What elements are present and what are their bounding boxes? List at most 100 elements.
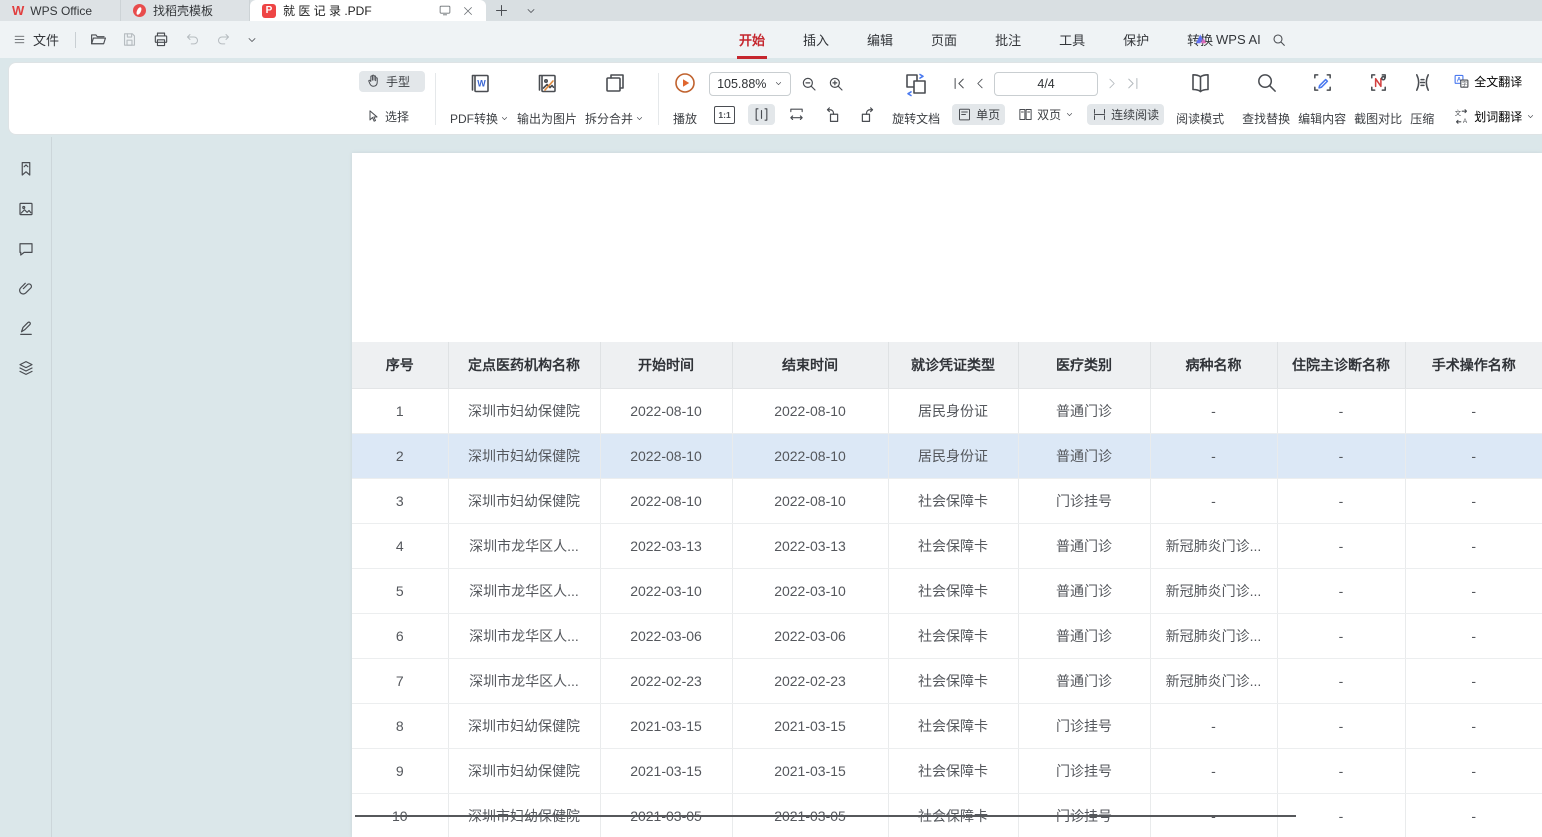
tab-list-chevron-icon[interactable] — [517, 0, 545, 21]
menu-tab-工具[interactable]: 工具 — [1057, 27, 1087, 52]
compress-button[interactable]: 压缩 — [1406, 71, 1438, 127]
find-replace-button[interactable]: 查找替换 — [1238, 71, 1294, 127]
zoom-in-button[interactable] — [827, 75, 845, 93]
column-header: 医疗类别 — [1018, 342, 1150, 389]
open-file-button[interactable] — [82, 31, 114, 48]
column-header: 结束时间 — [732, 342, 888, 389]
table-cell: 1 — [352, 389, 448, 434]
rotate-left-button[interactable] — [818, 104, 846, 126]
chevron-down-icon — [1526, 112, 1535, 121]
screenshot-compare-label: 截图对比 — [1354, 110, 1402, 127]
svg-text:W: W — [477, 78, 486, 88]
table-cell: 普通门诊 — [1018, 524, 1150, 569]
comment-panel-button[interactable] — [13, 236, 39, 262]
table-cell: - — [1277, 659, 1405, 704]
thumbnail-panel-button[interactable] — [13, 196, 39, 222]
layers-panel-button[interactable] — [13, 355, 39, 381]
table-cell: 社会保障卡 — [888, 479, 1018, 524]
wps-ai-button[interactable]: WPS AI — [1193, 32, 1261, 47]
double-page-button[interactable]: 双页 — [1013, 104, 1079, 125]
table-cell: 2022-03-13 — [732, 524, 888, 569]
full-text-translate-button[interactable]: A 字 全文翻译 — [1448, 71, 1540, 92]
table-cell: - — [1277, 569, 1405, 614]
select-tool-button[interactable]: 选择 — [359, 106, 425, 127]
menu-tab-插入[interactable]: 插入 — [801, 27, 831, 52]
table-cell: 2021-03-15 — [732, 704, 888, 749]
previous-page-button[interactable] — [974, 77, 987, 90]
menu-tab-开始[interactable]: 开始 — [737, 27, 767, 52]
table-cell: - — [1405, 434, 1542, 479]
hand-tool-button[interactable]: 手型 — [359, 71, 425, 92]
printer-icon — [152, 31, 170, 48]
zoom-value: 105.88% — [717, 77, 766, 91]
split-merge-label: 拆分合并 — [585, 110, 633, 127]
table-cell: 2022-03-06 — [732, 614, 888, 659]
column-header: 定点医药机构名称 — [448, 342, 600, 389]
chevron-down-icon — [774, 79, 783, 88]
zoom-out-button[interactable] — [800, 75, 818, 93]
redo-button[interactable] — [208, 32, 239, 47]
signature-panel-button[interactable] — [13, 315, 39, 341]
single-page-button[interactable]: 单页 — [952, 104, 1005, 125]
zoom-level-input[interactable]: 105.88% — [709, 72, 791, 96]
menu-search-button[interactable] — [1271, 32, 1287, 48]
edit-content-icon — [1311, 71, 1334, 94]
undo-button[interactable] — [177, 32, 208, 47]
menu-tab-保护[interactable]: 保护 — [1121, 27, 1151, 52]
table-cell: 5 — [352, 569, 448, 614]
compress-icon — [1411, 71, 1434, 94]
menu-tab-批注[interactable]: 批注 — [993, 27, 1023, 52]
edit-content-button[interactable]: 编辑内容 — [1294, 71, 1350, 127]
actual-size-button[interactable]: 1:1 — [709, 104, 740, 126]
column-header: 住院主诊断名称 — [1277, 342, 1405, 389]
table-cell: 社会保障卡 — [888, 704, 1018, 749]
table-row: 1深圳市妇幼保健院2022-08-102022-08-10居民身份证普通门诊--… — [352, 389, 1542, 434]
read-mode-button[interactable]: 阅读模式 — [1172, 71, 1228, 127]
tab-wps-office[interactable]: W WPS Office — [0, 0, 121, 21]
bookmark-panel-button[interactable] — [13, 156, 39, 182]
menu-tab-页面[interactable]: 页面 — [929, 27, 959, 52]
rotate-right-icon — [859, 106, 877, 124]
save-button[interactable] — [114, 31, 145, 48]
fit-width-button[interactable] — [748, 104, 775, 125]
screenshot-compare-button[interactable]: 截图对比 — [1350, 71, 1406, 127]
table-cell: 2022-03-06 — [600, 614, 732, 659]
export-as-image-button[interactable]: 输出为图片 — [513, 71, 581, 127]
table-cell: 社会保障卡 — [888, 569, 1018, 614]
new-tab-button[interactable] — [486, 0, 517, 21]
tab-document[interactable]: P 就 医 记 录 .PDF — [250, 0, 486, 21]
present-on-screen-icon[interactable] — [438, 4, 452, 17]
tab-docer-templates[interactable]: 找稻壳模板 — [121, 0, 250, 21]
last-page-button[interactable] — [1125, 76, 1140, 91]
first-page-button[interactable] — [952, 76, 967, 91]
fit-page-button[interactable] — [783, 104, 810, 125]
page-number-input[interactable]: 4/4 — [994, 72, 1098, 96]
file-menu-button[interactable]: 文件 — [0, 30, 69, 49]
menu-tab-编辑[interactable]: 编辑 — [865, 27, 895, 52]
close-tab-icon[interactable] — [462, 5, 474, 17]
table-cell: - — [1150, 389, 1277, 434]
pdf-convert-button[interactable]: W PDF转换 — [446, 71, 513, 127]
next-page-button[interactable] — [1105, 77, 1118, 90]
word-translate-button[interactable]: 文 A 划词翻译 — [1448, 106, 1540, 127]
actual-size-icon: 1:1 — [714, 106, 735, 124]
attachment-panel-button[interactable] — [13, 276, 39, 302]
table-cell: 2022-08-10 — [732, 434, 888, 479]
attachment-icon — [17, 280, 35, 298]
select-tool-label: 选择 — [385, 108, 409, 125]
table-cell: - — [1150, 434, 1277, 479]
play-button[interactable]: 播放 — [669, 71, 701, 127]
double-page-label: 双页 — [1037, 106, 1061, 123]
quick-access-chevron[interactable] — [239, 34, 265, 46]
continuous-reading-button[interactable]: 连续阅读 — [1087, 104, 1164, 125]
medical-records-table: 序号定点医药机构名称开始时间结束时间就诊凭证类型医疗类别病种名称住院主诊断名称手… — [352, 342, 1542, 837]
fit-page-icon — [788, 106, 805, 123]
rotate-right-button[interactable] — [854, 104, 882, 126]
compress-label: 压缩 — [1410, 110, 1434, 127]
print-button[interactable] — [145, 31, 177, 48]
split-merge-button[interactable]: 拆分合并 — [581, 71, 648, 127]
tab-bar: W WPS Office 找稻壳模板 P 就 医 记 录 .PDF — [0, 0, 1542, 21]
table-row: 8深圳市妇幼保健院2021-03-152021-03-15社会保障卡门诊挂号--… — [352, 704, 1542, 749]
rotate-document-button[interactable] — [903, 71, 929, 97]
pdf-convert-label: PDF转换 — [450, 110, 498, 127]
